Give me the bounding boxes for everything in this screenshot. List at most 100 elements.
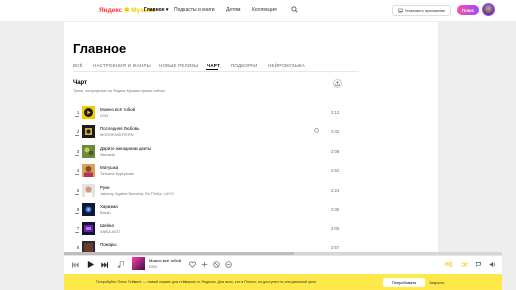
track-artist[interactable]: MORGENSHTERN: [100, 132, 134, 137]
previous-track-icon[interactable]: [72, 262, 79, 268]
track-duration: 2:57: [331, 245, 340, 250]
tab-all[interactable]: ВСЁ: [73, 63, 83, 68]
install-app-label: Установить приложение: [404, 8, 446, 13]
track-duration: 2:08: [331, 149, 340, 154]
track-duration: 2:12: [331, 110, 340, 115]
shuffle-icon[interactable]: [461, 261, 468, 268]
track-rank: 1: [76, 110, 80, 115]
rank-trend-bar: [75, 232, 79, 233]
right-gutter: [502, 22, 516, 290]
track-artist[interactable]: Звонкий: [100, 152, 115, 157]
track-cover[interactable]: [82, 203, 95, 216]
track-rank: 7: [76, 226, 80, 231]
track-artist[interactable]: ANNA ASTI: [100, 229, 120, 234]
repeat-icon[interactable]: [475, 261, 482, 268]
player-cover-art[interactable]: [132, 257, 145, 270]
more-icon[interactable]: [225, 261, 232, 268]
track-row[interactable]: 1 Можно всё тобой DVN 2:12: [73, 105, 343, 122]
install-app-button[interactable]: Установить приложение: [392, 5, 451, 16]
next-track-icon[interactable]: [101, 262, 108, 268]
player-track-title[interactable]: Можно всё тобой: [149, 258, 181, 263]
track-cover[interactable]: [82, 145, 95, 158]
track-cover[interactable]: [82, 184, 95, 197]
track-duration: 2:42: [331, 129, 340, 134]
track-rank: 5: [76, 188, 80, 193]
promo-try-label: Попробовать: [391, 280, 417, 285]
track-row[interactable]: 4 Матушка Татьяна Куртукова 2:52: [73, 163, 343, 180]
tab-neuromusic[interactable]: НЕЙРОМУЗЫКА: [268, 63, 305, 68]
track-duration: 2:52: [331, 168, 340, 173]
track-row[interactable]: 8 Пожары 2:57: [73, 240, 343, 252]
player-bar: [64, 255, 502, 274]
chart-section-subtitle: Треки, популярные на Яндекс Музыке прямо…: [73, 89, 166, 93]
track-title[interactable]: Пожары: [100, 242, 117, 247]
tab-new-releases[interactable]: НОВЫЕ РЕЛИЗЫ: [159, 63, 198, 68]
plus-label: Плюс: [461, 7, 475, 13]
rank-trend-bar: [75, 194, 79, 195]
user-avatar[interactable]: [482, 3, 495, 16]
track-row[interactable]: 2 Последняя Любовь MORGENSHTERN 2:42: [73, 124, 343, 141]
track-duration: 2:36: [331, 207, 340, 212]
tab-collections[interactable]: ПОДБОРКИ: [231, 63, 258, 68]
track-title[interactable]: Руки: [100, 185, 110, 190]
track-title[interactable]: Можно всё тобой: [100, 107, 135, 112]
track-duration: 3:05: [331, 226, 340, 231]
quality-badge[interactable]: HQ: [445, 262, 453, 268]
rank-trend-bar: [75, 213, 79, 214]
app-window: Яндекс ✱ Музыка Главное ▾ Подкасты и кни…: [0, 0, 516, 290]
nav-kids[interactable]: Детям: [226, 7, 240, 13]
promo-text: Попробуйте Плюс Гейминг — новый сервис д…: [96, 280, 317, 284]
track-rank: 8: [76, 245, 80, 250]
track-duration: 2:24: [331, 188, 340, 193]
track-title[interactable]: Харизма: [100, 204, 118, 209]
track-row[interactable]: 6 Харизма Basiin 2:36: [73, 202, 343, 219]
track-cover-play[interactable]: [82, 106, 95, 119]
track-cover[interactable]: [82, 164, 95, 177]
track-row[interactable]: 3 Дарите женщинам цветы Звонкий 2:08: [73, 144, 343, 161]
tab-moods-genres[interactable]: НАСТРОЕНИЯ И ЖАНРЫ: [93, 63, 151, 68]
track-row[interactable]: 7 Шейна ANNA ASTI 3:05: [73, 221, 343, 238]
like-icon[interactable]: [189, 261, 196, 268]
rank-trend-bar: [75, 116, 79, 117]
track-cover[interactable]: [82, 125, 95, 138]
track-artist[interactable]: Татьяна Куртукова: [100, 171, 134, 176]
logo-yandex-text: Яндекс: [99, 7, 123, 14]
track-artist[interactable]: Basiin: [100, 210, 111, 215]
track-rank: 4: [76, 168, 80, 173]
rank-trend-bar: [75, 135, 79, 136]
volume-icon[interactable]: [489, 261, 496, 268]
track-rank: 6: [76, 207, 80, 212]
chart-section-title: Чарт: [73, 80, 88, 86]
track-artist[interactable]: DVN: [100, 113, 108, 118]
player-track-artist[interactable]: DVN: [149, 265, 157, 269]
promo-close-button[interactable]: Закрыть: [429, 280, 444, 285]
explicit-badge: [314, 128, 319, 133]
nav-collection[interactable]: Коллекция: [252, 7, 277, 13]
share-button[interactable]: [333, 79, 342, 88]
track-cover[interactable]: [82, 222, 95, 235]
track-title[interactable]: Последняя Любовь: [100, 126, 139, 131]
search-icon[interactable]: [291, 6, 298, 13]
dislike-icon[interactable]: [213, 261, 220, 268]
track-title[interactable]: Шейна: [100, 223, 114, 228]
rank-trend-bar: [75, 174, 79, 175]
track-cover[interactable]: [82, 241, 95, 252]
add-icon[interactable]: [201, 261, 208, 268]
track-title[interactable]: Матушка: [100, 165, 118, 170]
page-title: Главное: [73, 41, 127, 56]
track-title[interactable]: Дарите женщинам цветы: [100, 146, 151, 151]
nav-podcasts[interactable]: Подкасты и книги: [174, 7, 215, 13]
play-icon[interactable]: [86, 260, 95, 269]
nav-home[interactable]: Главное ▾: [144, 7, 168, 13]
music-note-icon[interactable]: [117, 261, 124, 268]
track-row[interactable]: 5 Руки Jakomy, Agatha Bomaha, RoTTaKa, L…: [73, 183, 343, 200]
tab-chart[interactable]: ЧАРТ: [207, 63, 220, 68]
track-rank: 2: [76, 129, 80, 134]
active-tab-indicator: [206, 69, 218, 70]
logo-star-icon: ✱: [123, 7, 130, 14]
share-icon: [335, 81, 340, 86]
rank-trend-bar: [75, 155, 79, 156]
promo-try-button[interactable]: Попробовать: [383, 278, 425, 287]
plus-badge[interactable]: Плюс: [457, 5, 479, 15]
track-artist[interactable]: Jakomy, Agatha Bomaha, RoTTaKa, LAYO: [100, 191, 174, 196]
